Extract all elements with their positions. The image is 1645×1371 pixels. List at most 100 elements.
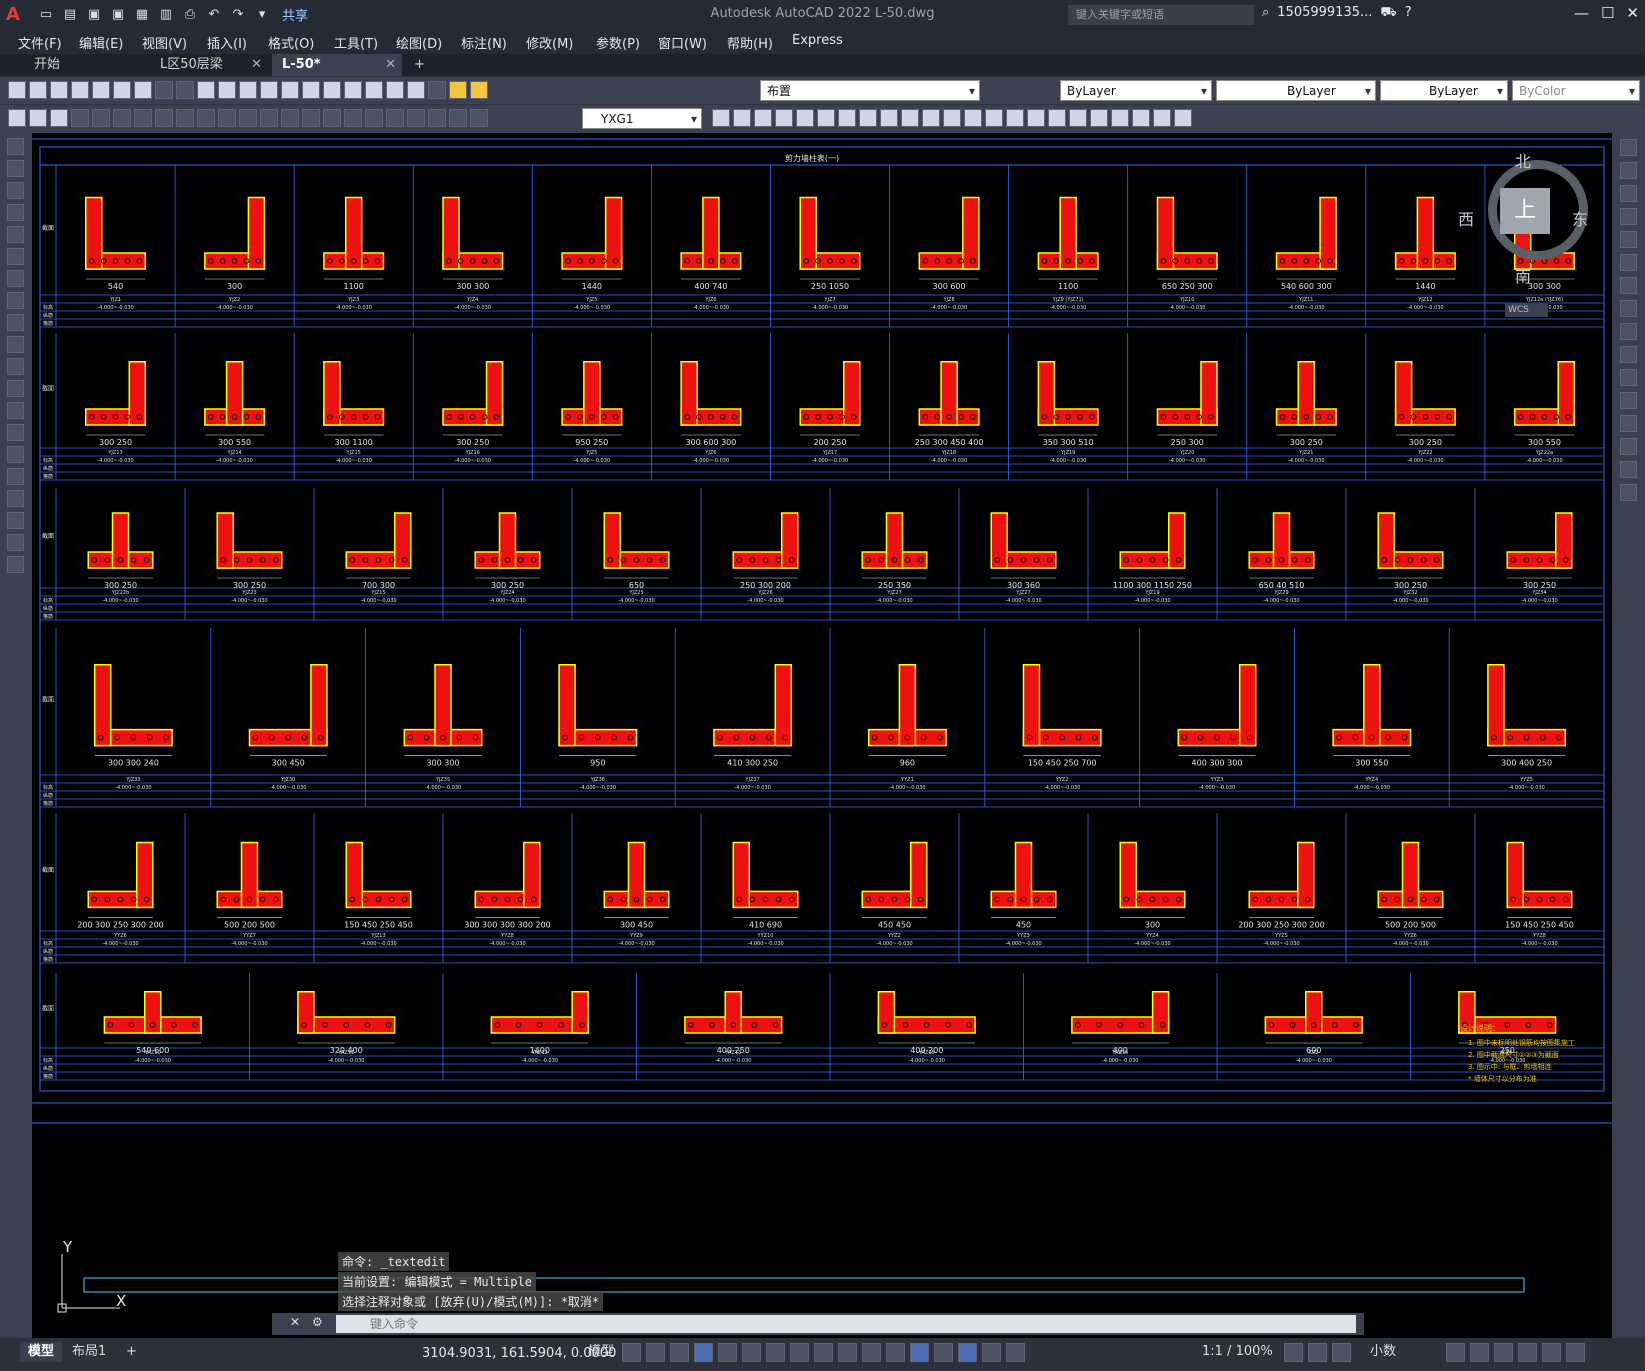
modify-tool-icon[interactable] <box>1048 109 1066 127</box>
arc-icon[interactable] <box>7 248 24 265</box>
rotate-icon[interactable] <box>1620 277 1637 294</box>
new-icon[interactable]: ▭ <box>36 5 56 25</box>
revcloud-icon[interactable] <box>7 292 24 309</box>
polygon-icon[interactable] <box>7 204 24 221</box>
construction-line-icon[interactable] <box>7 160 24 177</box>
isodraft-icon[interactable] <box>742 1343 761 1362</box>
markup-icon[interactable] <box>365 81 383 99</box>
chamfer-icon[interactable] <box>1620 438 1637 455</box>
dim-jogged-icon[interactable] <box>176 109 194 127</box>
new-layout-button[interactable]: + <box>118 1342 145 1362</box>
close-tab-icon[interactable]: ✕ <box>251 54 262 76</box>
dim-update-icon[interactable] <box>470 109 488 127</box>
annotation-scale[interactable]: 1:1 / 100% <box>1194 1342 1281 1362</box>
drawing-canvas[interactable]: 剪力墙柱表(一) 截面 标高 纵筋 箍筋 540 YJZ1 -4.000~-0.030 300 Y… <box>32 133 1612 1338</box>
draw-tool-icon[interactable] <box>29 109 47 127</box>
modify-tool-icon[interactable] <box>1027 109 1045 127</box>
menu-insert[interactable]: 插入(I) <box>207 33 247 52</box>
plot-icon[interactable] <box>71 81 89 99</box>
clean-screen-icon[interactable] <box>1542 1343 1561 1362</box>
modify-tool-icon[interactable] <box>1006 109 1024 127</box>
stretch-icon[interactable] <box>1620 323 1637 340</box>
fillet-icon[interactable] <box>1620 461 1637 478</box>
share-button[interactable]: 共享 <box>276 5 314 24</box>
snap-icon[interactable] <box>646 1343 665 1362</box>
modify-tool-icon[interactable] <box>1174 109 1192 127</box>
erase-icon[interactable] <box>1620 139 1637 156</box>
zoom-icon[interactable] <box>218 81 236 99</box>
color-dropdown[interactable]: ByLayer ▾ <box>1060 80 1212 101</box>
modify-tool-icon[interactable] <box>964 109 982 127</box>
osnap-track-icon[interactable] <box>766 1343 785 1362</box>
viewcube-south[interactable]: 南 <box>1515 263 1531 287</box>
annotation-monitor-icon[interactable] <box>1332 1343 1351 1362</box>
dim-diameter-icon[interactable] <box>197 109 215 127</box>
open-icon[interactable]: ▤ <box>60 5 80 25</box>
gradient-icon[interactable] <box>7 468 24 485</box>
ellipse-arc-icon[interactable] <box>7 358 24 375</box>
user-account[interactable]: 1505999135... <box>1277 5 1372 22</box>
modify-tool-icon[interactable] <box>1111 109 1129 127</box>
3d-print-icon[interactable] <box>134 81 152 99</box>
dim-linear-icon[interactable] <box>71 109 89 127</box>
move-icon[interactable] <box>1620 254 1637 271</box>
menu-modify[interactable]: 修改(M) <box>526 33 573 52</box>
menu-tools[interactable]: 工具(T) <box>334 33 378 52</box>
dim-break-icon[interactable] <box>323 109 341 127</box>
dim-edit-icon[interactable] <box>428 109 446 127</box>
modify-tool-icon[interactable] <box>1069 109 1087 127</box>
menu-edit[interactable]: 编辑(E) <box>79 33 123 52</box>
minimize-button[interactable]: — <box>1574 4 1589 22</box>
make-block-icon[interactable] <box>7 402 24 419</box>
properties-icon[interactable] <box>281 81 299 99</box>
selection-filter-icon[interactable] <box>934 1343 953 1362</box>
annotation-visibility-icon[interactable] <box>982 1343 1001 1362</box>
modify-tool-icon[interactable] <box>733 109 751 127</box>
menu-window[interactable]: 窗口(W) <box>658 33 707 52</box>
menu-help[interactable]: 帮助(H) <box>727 33 773 52</box>
dim-radius-icon[interactable] <box>155 109 173 127</box>
text-style-dropdown[interactable]: YXG1 ▾ <box>582 108 702 129</box>
menu-dimension[interactable]: 标注(N) <box>461 33 507 52</box>
menu-parameters[interactable]: 参数(P) <box>596 33 640 52</box>
modify-tool-icon[interactable] <box>1090 109 1108 127</box>
lineweight-icon[interactable] <box>814 1343 833 1362</box>
zoom-window-icon[interactable] <box>239 81 257 99</box>
menu-file[interactable]: 文件(F) <box>18 33 62 52</box>
undo-icon[interactable] <box>155 81 173 99</box>
dim-continue-icon[interactable] <box>281 109 299 127</box>
quick-properties-icon[interactable] <box>1446 1343 1465 1362</box>
dim-arc-icon[interactable] <box>113 109 131 127</box>
isolate-objects-icon[interactable] <box>1494 1343 1513 1362</box>
trim-icon[interactable] <box>1620 346 1637 363</box>
publish-icon[interactable] <box>113 81 131 99</box>
mirror-icon[interactable] <box>1620 185 1637 202</box>
command-input[interactable]: 键入命令 <box>336 1315 1356 1333</box>
infer-icon[interactable] <box>670 1343 689 1362</box>
new-icon[interactable] <box>8 81 26 99</box>
insert-block-icon[interactable] <box>7 380 24 397</box>
layer-properties-icon[interactable] <box>428 81 446 99</box>
point-icon[interactable] <box>7 424 24 441</box>
gizmo-icon[interactable] <box>958 1343 977 1362</box>
menu-express[interactable]: Express <box>792 33 843 48</box>
search-icon[interactable]: ⌕ <box>1262 5 1269 22</box>
search-input[interactable]: 键入关键字或短语 <box>1068 5 1254 25</box>
array-icon[interactable] <box>1620 231 1637 248</box>
extend-icon[interactable] <box>1620 369 1637 386</box>
selection-cycling-icon[interactable] <box>862 1343 881 1362</box>
ortho-icon[interactable] <box>694 1343 713 1362</box>
modify-tool-icon[interactable] <box>796 109 814 127</box>
viewcube-north[interactable]: 北 <box>1515 148 1531 172</box>
plotstyle-dropdown[interactable]: ByColor ▾ <box>1512 80 1640 101</box>
units-dropdown[interactable]: 小数 <box>1362 1342 1404 1362</box>
explode-icon[interactable] <box>1620 484 1637 501</box>
modify-tool-icon[interactable] <box>775 109 793 127</box>
preview-icon[interactable] <box>92 81 110 99</box>
redo-icon[interactable]: ↷ <box>228 5 248 25</box>
copy-icon[interactable] <box>1620 162 1637 179</box>
modify-tool-icon[interactable] <box>754 109 772 127</box>
rectangle-icon[interactable] <box>7 226 24 243</box>
modify-tool-icon[interactable] <box>712 109 730 127</box>
scale-icon[interactable] <box>1620 300 1637 317</box>
